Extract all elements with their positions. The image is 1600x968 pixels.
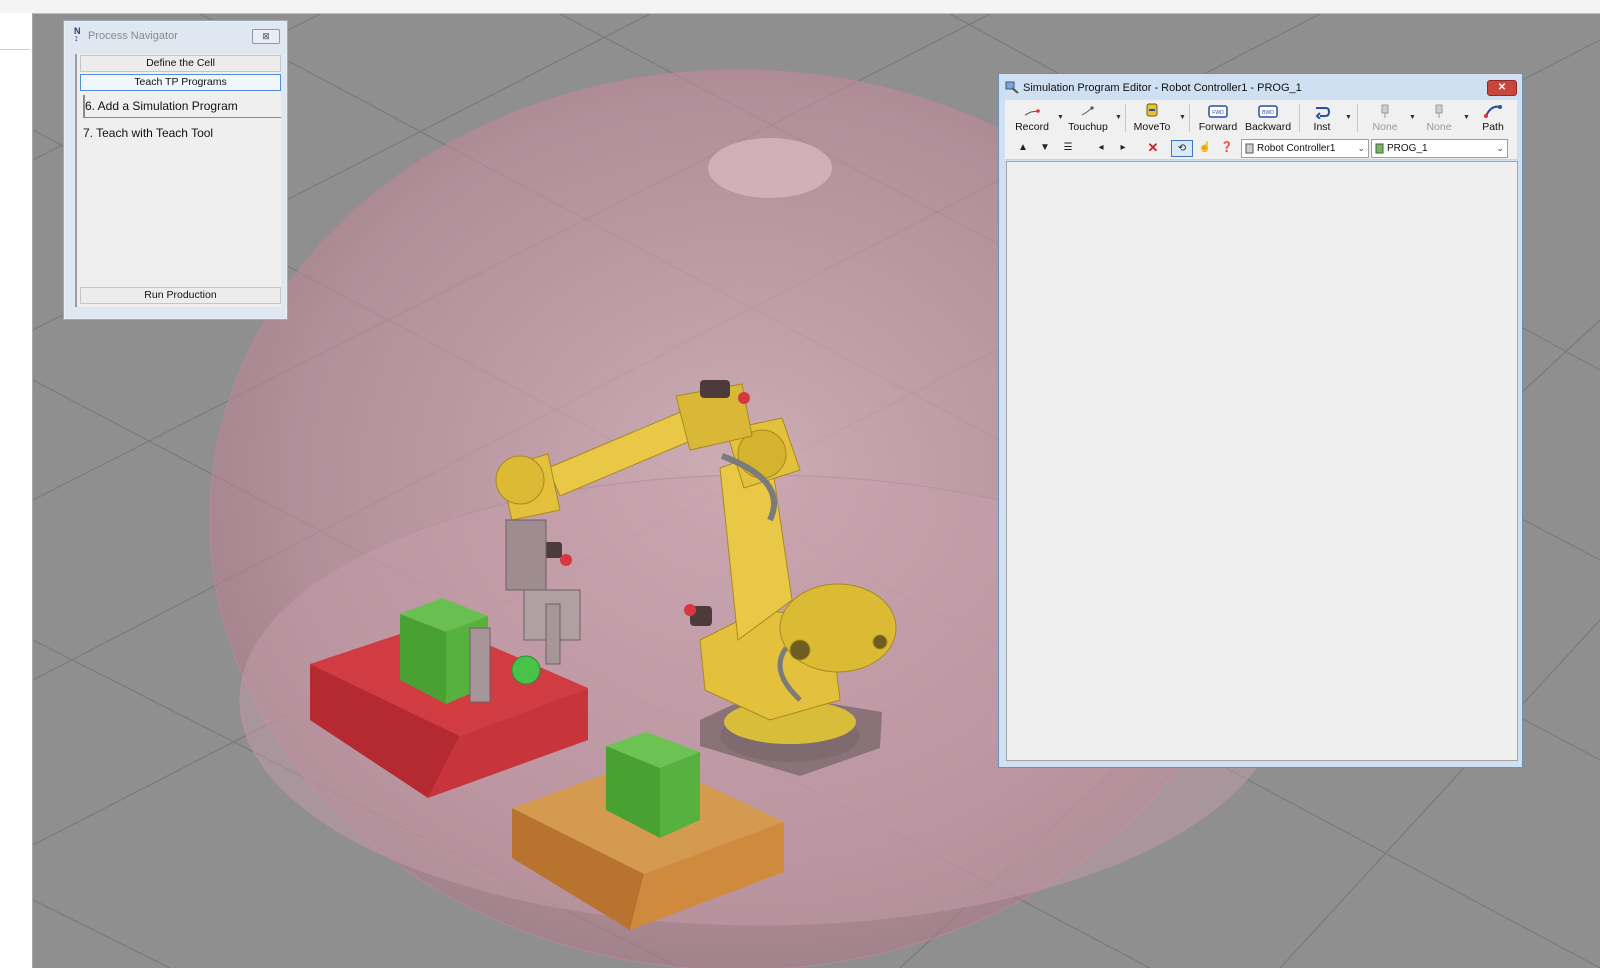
none-dropdown-arrow-1[interactable]: ▼: [1409, 114, 1416, 121]
step-teach-with-teach-tool[interactable]: 7. Teach with Teach Tool: [83, 122, 279, 144]
chevron-left-icon[interactable]: ◂: [1095, 140, 1107, 155]
editor-titlebar[interactable]: Simulation Program Editor - Robot Contro…: [999, 74, 1522, 100]
backward-button[interactable]: BWD Backward: [1243, 102, 1293, 134]
chevron-down-icon: ⌄: [1496, 143, 1504, 153]
record-button[interactable]: Record: [1009, 102, 1055, 134]
process-navigator-body: Define the Cell Teach TP Programs 6. Add…: [75, 54, 281, 307]
toolbar-separator: [1357, 104, 1358, 132]
controller-icon: [1245, 143, 1254, 154]
left-panel-divider: [0, 49, 30, 50]
close-icon[interactable]: ✕: [1487, 80, 1517, 96]
arrow-down-icon[interactable]: ▼: [1039, 140, 1051, 155]
teach-icon[interactable]: ⟲: [1171, 140, 1193, 157]
simulation-program-editor-window: Simulation Program Editor - Robot Contro…: [998, 73, 1523, 768]
moveto-button[interactable]: MoveTo: [1129, 102, 1175, 134]
list-icon[interactable]: ☰: [1059, 140, 1077, 155]
run-production-button[interactable]: Run Production: [80, 287, 281, 304]
svg-text:BWD: BWD: [1262, 110, 1274, 116]
none-icon: [1381, 104, 1389, 118]
touchup-icon: [1081, 106, 1094, 116]
svg-text:FWD: FWD: [1212, 110, 1224, 116]
forward-icon: FWD: [1208, 105, 1228, 118]
path-button[interactable]: Path: [1475, 102, 1511, 134]
inst-dropdown-arrow[interactable]: ▼: [1345, 114, 1352, 121]
process-navigator-titlebar[interactable]: N ↕ Process Navigator ⊠: [64, 21, 287, 49]
process-navigator-icon: N ↕: [74, 26, 81, 43]
editor-toolbar-secondary: ▲ ▼ ☰ ◂ ▸ ✕ ⟲ ☝ ❓ Robot Controller1 ⌄ PR…: [1005, 136, 1517, 160]
inst-icon: [1315, 107, 1331, 119]
inst-button[interactable]: Inst: [1305, 102, 1339, 134]
help-icon[interactable]: ❓: [1219, 140, 1235, 155]
controller-select[interactable]: Robot Controller1 ⌄: [1241, 139, 1369, 158]
envelope-highlight: [708, 138, 832, 198]
none-button-2[interactable]: None: [1419, 102, 1459, 134]
close-icon[interactable]: ⊠: [252, 29, 280, 44]
touchup-dropdown-arrow[interactable]: ▼: [1115, 114, 1122, 121]
process-navigator-title: Process Navigator: [88, 30, 178, 42]
delete-icon[interactable]: ✕: [1145, 140, 1161, 155]
chevron-right-icon[interactable]: ▸: [1117, 140, 1129, 155]
moveto-icon: [1146, 103, 1158, 117]
top-toolbar-strip: [0, 0, 1600, 14]
record-icon: [1024, 109, 1040, 116]
process-navigator-panel: N ↕ Process Navigator ⊠ Define the Cell T…: [63, 20, 288, 320]
toolbar-separator: [1299, 104, 1300, 132]
moveto-dropdown-arrow[interactable]: ▼: [1179, 114, 1186, 121]
none-button-1[interactable]: None: [1365, 102, 1405, 134]
forward-button[interactable]: FWD Forward: [1195, 102, 1241, 134]
editor-window-icon: [1005, 81, 1019, 94]
tcp-marker: [511, 655, 541, 685]
step-add-simulation-program[interactable]: 6. Add a Simulation Program: [83, 95, 281, 118]
toolbar-separator: [1189, 104, 1190, 132]
define-cell-button[interactable]: Define the Cell: [80, 55, 281, 72]
hand-icon[interactable]: ☝: [1197, 140, 1213, 155]
editor-toolbar-main: Record ▼ Touchup ▼ MoveTo ▼ FWD Forward …: [1005, 100, 1517, 137]
toolbar-separator: [1125, 104, 1126, 132]
arrow-up-icon[interactable]: ▲: [1017, 140, 1029, 155]
program-icon: [1375, 143, 1384, 154]
path-icon: [1484, 105, 1502, 118]
touchup-button[interactable]: Touchup: [1063, 102, 1113, 134]
left-panel-strip: [0, 13, 33, 968]
program-editor-area[interactable]: [1006, 161, 1518, 761]
none-dropdown-arrow-2[interactable]: ▼: [1463, 114, 1470, 121]
program-select[interactable]: PROG_1 ⌄: [1371, 139, 1508, 158]
none-icon: [1435, 104, 1443, 118]
backward-icon: BWD: [1258, 105, 1278, 118]
chevron-down-icon: ⌄: [1357, 143, 1365, 153]
editor-title: Simulation Program Editor - Robot Contro…: [1023, 82, 1302, 94]
teach-tp-programs-button[interactable]: Teach TP Programs: [80, 74, 281, 91]
